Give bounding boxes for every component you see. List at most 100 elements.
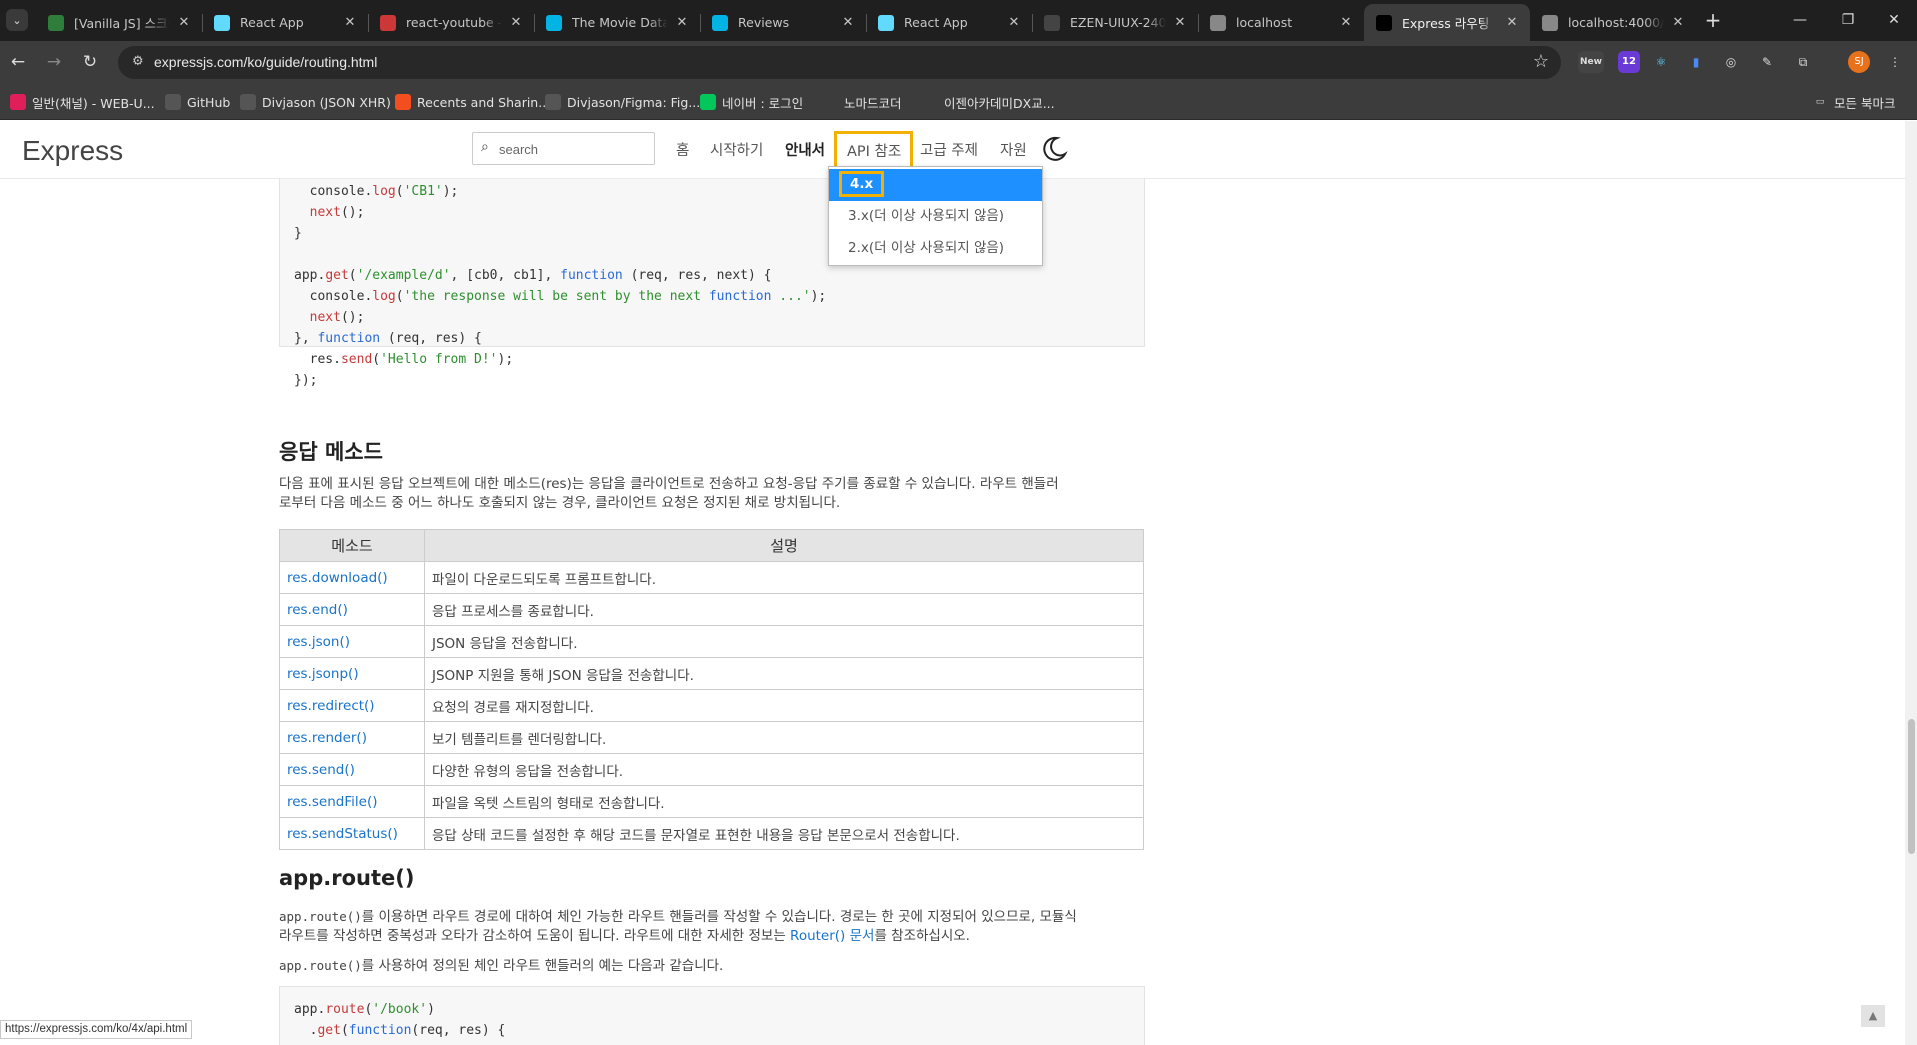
table-header-row: 메소드 설명 bbox=[279, 529, 1144, 562]
nav-home[interactable]: 홈 bbox=[676, 139, 689, 160]
bookmark-item[interactable]: 네이버 : 로그인 bbox=[700, 91, 803, 113]
code-line: app.route('/book') bbox=[294, 1002, 435, 1017]
browser-menu-icon[interactable]: ⋮ bbox=[1884, 51, 1906, 73]
page-viewport: var cb1 = function (req, res, next) { co… bbox=[0, 121, 1905, 1045]
method-link[interactable]: res.redirect() bbox=[287, 698, 375, 714]
profile-avatar[interactable]: SJ bbox=[1848, 51, 1870, 73]
extensions-puzzle-icon[interactable]: ⧉ bbox=[1792, 51, 1814, 73]
tabs-container: [Vanilla JS] 스크롤 ✕ React App ✕ react-youtube… bbox=[36, 4, 1696, 41]
link-status-bar: https://expressjs.com/ko/4x/api.html bbox=[0, 1020, 193, 1039]
extension-pen-icon[interactable]: ✎ bbox=[1756, 51, 1778, 73]
tab-close-icon[interactable]: ✕ bbox=[1504, 15, 1520, 30]
bookmark-item[interactable]: Divjason (JSON XHR) bbox=[240, 91, 391, 113]
bookmark-star-icon[interactable]: ☆ bbox=[1533, 51, 1549, 72]
tab-close-icon[interactable]: ✕ bbox=[508, 15, 524, 30]
dark-mode-moon-icon[interactable] bbox=[1040, 135, 1068, 163]
page-scrollbar[interactable] bbox=[1905, 121, 1917, 1045]
paragraph-text: 라우트를 작성하면 중복성과 오타가 감소하여 도움이 됩니다. 라우트에 대한… bbox=[279, 928, 791, 944]
bookmark-label: 이젠아카데미DX교... bbox=[944, 95, 1055, 111]
site-info-icon[interactable]: ⚙ bbox=[132, 54, 150, 72]
tab-close-icon[interactable]: ✕ bbox=[1172, 15, 1188, 30]
code-line: next(); bbox=[309, 205, 365, 220]
nav-api-reference[interactable]: API 참조 bbox=[834, 131, 914, 170]
nav-guide[interactable]: 안내서 bbox=[785, 139, 825, 160]
inline-code: app.route() bbox=[279, 958, 362, 973]
method-link[interactable]: res.download() bbox=[287, 570, 388, 586]
tab-close-icon[interactable]: ✕ bbox=[176, 15, 192, 30]
extension-target-icon[interactable]: ◎ bbox=[1720, 51, 1742, 73]
all-bookmarks-button[interactable]: ▭ 모든 북마크 bbox=[1812, 91, 1896, 113]
express-icon bbox=[1376, 14, 1392, 31]
browser-tab[interactable]: react-youtube - n ✕ bbox=[368, 4, 534, 41]
scrollbar-thumb[interactable] bbox=[1908, 719, 1915, 854]
address-bar[interactable]: ⚙ expressjs.com/ko/guide/routing.html ☆ bbox=[118, 46, 1561, 79]
search-input[interactable] bbox=[499, 137, 649, 161]
site-logo[interactable]: Express bbox=[22, 135, 123, 167]
bookmark-item[interactable]: Recents and Sharin... bbox=[395, 91, 550, 113]
nav-getting-started[interactable]: 시작하기 bbox=[710, 139, 763, 160]
tab-close-icon[interactable]: ✕ bbox=[674, 15, 690, 30]
extension-new-icon[interactable]: New bbox=[1578, 51, 1604, 73]
reload-button[interactable]: ↻ bbox=[78, 50, 102, 74]
table-header-method: 메소드 bbox=[279, 529, 425, 562]
back-button[interactable]: ← bbox=[6, 50, 30, 74]
extension-badge-icon[interactable]: 12 bbox=[1618, 51, 1640, 73]
browser-tab[interactable]: Reviews ✕ bbox=[700, 4, 866, 41]
code-block-app-route: app.route('/book') .get(function(req, re… bbox=[279, 986, 1145, 1045]
bookmark-item[interactable]: Divjason/Figma: Fig... bbox=[545, 91, 700, 113]
browser-tab[interactable]: Express 라우팅 ✕ bbox=[1364, 4, 1530, 41]
method-link[interactable]: res.send() bbox=[287, 762, 355, 778]
dropdown-item-label: 4.x bbox=[839, 171, 885, 197]
tab-close-icon[interactable]: ✕ bbox=[342, 15, 358, 30]
dropdown-item-3x[interactable]: 3.x(더 이상 사용되지 않음) bbox=[829, 201, 1042, 233]
code-line: console.log('the response will be sent b… bbox=[294, 289, 827, 304]
react-devtools-icon[interactable]: ⚛ bbox=[1650, 51, 1672, 73]
router-docs-link[interactable]: Router() 문서 bbox=[790, 928, 874, 944]
bookmark-item[interactable]: GitHub bbox=[165, 91, 230, 113]
paragraph-app-route: app.route()를 이용하면 라우트 경로에 대하여 체인 가능한 라우트… bbox=[279, 907, 1143, 946]
tab-title: React App bbox=[904, 15, 968, 30]
tab-title: [Vanilla JS] 스크롤 bbox=[74, 16, 170, 31]
method-link[interactable]: res.json() bbox=[287, 634, 350, 650]
browser-tab[interactable]: React App ✕ bbox=[866, 4, 1032, 41]
nav-advanced-topics[interactable]: 고급 주제 bbox=[920, 139, 978, 160]
tab-close-icon[interactable]: ✕ bbox=[840, 15, 856, 30]
method-link[interactable]: res.render() bbox=[287, 730, 367, 746]
slack-icon bbox=[10, 94, 26, 110]
nav-resources[interactable]: 자원 bbox=[1000, 139, 1027, 160]
tab-close-icon[interactable]: ✕ bbox=[1006, 15, 1022, 30]
code-line: }); bbox=[294, 373, 318, 388]
browser-tab[interactable]: React App ✕ bbox=[202, 4, 368, 41]
minimize-button[interactable]: — bbox=[1780, 8, 1820, 32]
browser-tab[interactable]: [Vanilla JS] 스크롤 ✕ bbox=[36, 4, 202, 41]
globe-icon bbox=[922, 94, 938, 110]
tab-search-button[interactable]: ⌄ bbox=[6, 9, 28, 31]
npm-icon bbox=[380, 14, 396, 31]
method-link[interactable]: res.end() bbox=[287, 602, 348, 618]
restore-button[interactable]: ❐ bbox=[1828, 8, 1868, 32]
tab-strip: ⌄ [Vanilla JS] 스크롤 ✕ React App ✕ react-youtu… bbox=[0, 0, 1917, 41]
new-tab-button[interactable]: + bbox=[1700, 8, 1726, 34]
tab-close-icon[interactable]: ✕ bbox=[1338, 15, 1354, 30]
tab-close-icon[interactable]: ✕ bbox=[1670, 15, 1686, 30]
browser-tab[interactable]: The Movie Databa ✕ bbox=[534, 4, 700, 41]
site-search[interactable]: ⌕ bbox=[472, 132, 655, 165]
close-window-button[interactable]: ✕ bbox=[1874, 8, 1914, 32]
paragraph-text: 를 참조하십시오. bbox=[874, 928, 970, 944]
dropdown-item-2x[interactable]: 2.x(더 이상 사용되지 않음) bbox=[829, 233, 1042, 265]
method-link[interactable]: res.jsonp() bbox=[287, 666, 359, 682]
bookmark-item[interactable]: 이젠아카데미DX교... bbox=[922, 91, 1055, 113]
url-text[interactable]: expressjs.com/ko/guide/routing.html bbox=[154, 54, 377, 70]
method-link[interactable]: res.sendStatus() bbox=[287, 826, 398, 842]
browser-tab[interactable]: localhost:4000/lo ✕ bbox=[1530, 4, 1696, 41]
method-link[interactable]: res.sendFile() bbox=[287, 794, 377, 810]
bookmark-item[interactable]: 노마드코더 bbox=[822, 91, 902, 113]
browser-tab[interactable]: localhost ✕ bbox=[1198, 4, 1364, 41]
book-icon bbox=[48, 14, 64, 31]
browser-tab[interactable]: EZEN-UIUX-2401 ✕ bbox=[1032, 4, 1198, 41]
scroll-to-top-button[interactable]: ▲ bbox=[1861, 1005, 1885, 1027]
extension-doc-icon[interactable]: ▮ bbox=[1685, 51, 1707, 73]
bookmark-item[interactable]: 일반(채널) - WEB-U... bbox=[10, 91, 155, 113]
dropdown-item-4x[interactable]: 4.x bbox=[829, 169, 1042, 201]
forward-button[interactable]: → bbox=[42, 50, 66, 74]
